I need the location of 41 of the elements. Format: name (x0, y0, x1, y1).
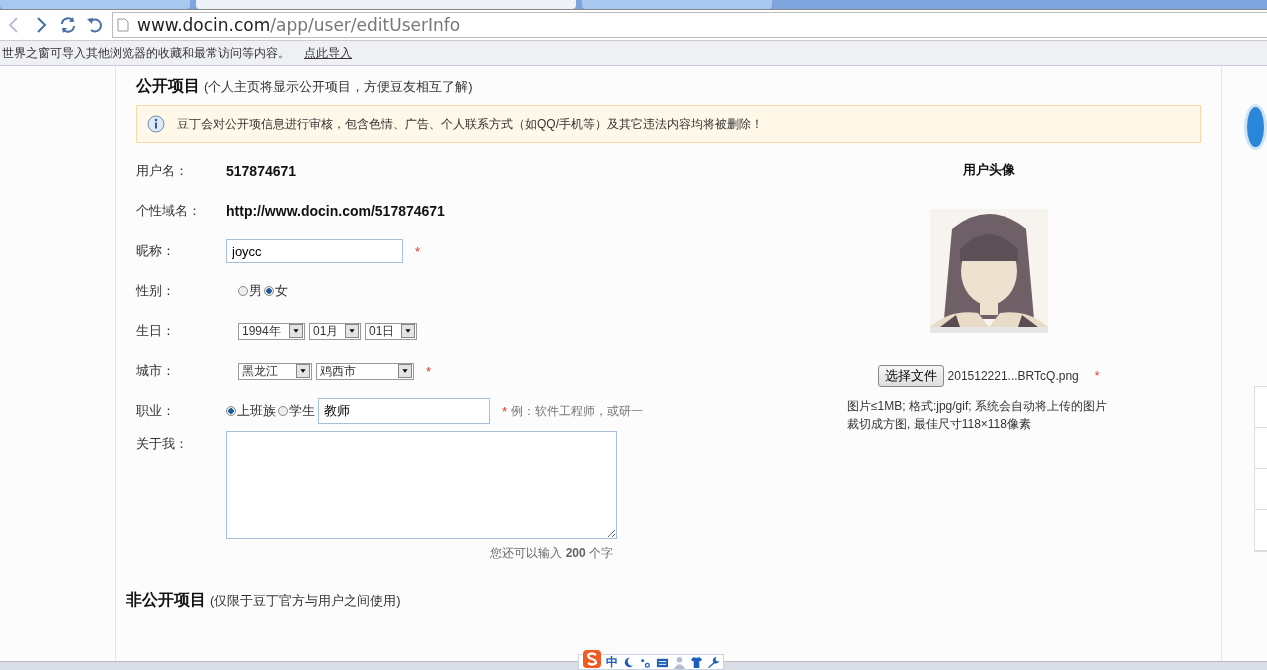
import-link[interactable]: 点此导入 (304, 44, 352, 62)
required-mark: * (502, 403, 508, 419)
section-note: (仅限于豆丁官方与用户之间使用) (210, 592, 401, 610)
notice-text: 豆丁会对公开项信息进行审核，包含色情、广告、个人联系方式（如QQ/手机等）及其它违法内容均将被删除！ (177, 115, 763, 133)
field-label: 个性域名： (136, 202, 202, 220)
address-bar[interactable]: www.docin.com/app/user/editUserInfo (112, 12, 1267, 38)
section-note: (个人主页将显示公开项目，方便豆友相互了解) (204, 78, 473, 96)
dropdown[interactable]: 鸡西市 (316, 362, 414, 380)
required-mark: * (415, 243, 421, 259)
field-label: 用户名： (136, 162, 189, 180)
field-label: 生日： (136, 322, 176, 340)
field-hint: 例：软件工程师，或研一 (511, 402, 644, 420)
field-label: 职业： (136, 402, 176, 420)
dropdown[interactable]: 01日 (365, 322, 417, 340)
required-mark: * (426, 363, 432, 379)
dropdown[interactable]: 01月 (309, 322, 361, 340)
radio-option[interactable]: 女 (264, 282, 288, 300)
field-label: 城市： (136, 362, 176, 380)
occupation-field[interactable]: 教师 (318, 398, 490, 424)
field-label: 昵称： (136, 242, 176, 260)
choose-file-button[interactable]: 选择文件 (877, 365, 944, 387)
section-title: 非公开项目 (126, 590, 206, 610)
section-title: 公开项目 (136, 76, 200, 96)
file-name: 201512221...BRTcQ.png (947, 369, 1079, 383)
avatar-title: 用户头像 (962, 161, 1015, 179)
dropdown[interactable]: 黑龙江 (238, 362, 312, 380)
avatar-hint: 图片≤1MB; 格式:jpg/gif; 系统会自动将上传的图片 (847, 398, 1108, 415)
field-value: 517874671 (226, 163, 297, 179)
radio-option[interactable]: 学生 (278, 402, 315, 420)
radio-option[interactable]: 上班族 (226, 402, 276, 420)
radio-option[interactable]: 男 (238, 282, 262, 300)
nickname-field[interactable]: joycc (226, 239, 403, 263)
infobar-message: 世界之窗可导入其他浏览器的收藏和最常访问等内容。 (2, 44, 290, 62)
character-counter: 您还可以输入 200 个字 (490, 545, 613, 562)
required-mark: * (1094, 369, 1100, 383)
field-value: http://www.docin.com/517874671 (226, 203, 445, 219)
input-mode-toggle[interactable]: 中 (606, 656, 618, 668)
field-label: 关于我： (136, 435, 189, 453)
dropdown[interactable]: 1994年 (238, 322, 305, 340)
field-label: 性别： (136, 282, 176, 300)
avatar-hint: 裁切成方图, 最佳尺寸118×118像素 (847, 416, 1032, 433)
